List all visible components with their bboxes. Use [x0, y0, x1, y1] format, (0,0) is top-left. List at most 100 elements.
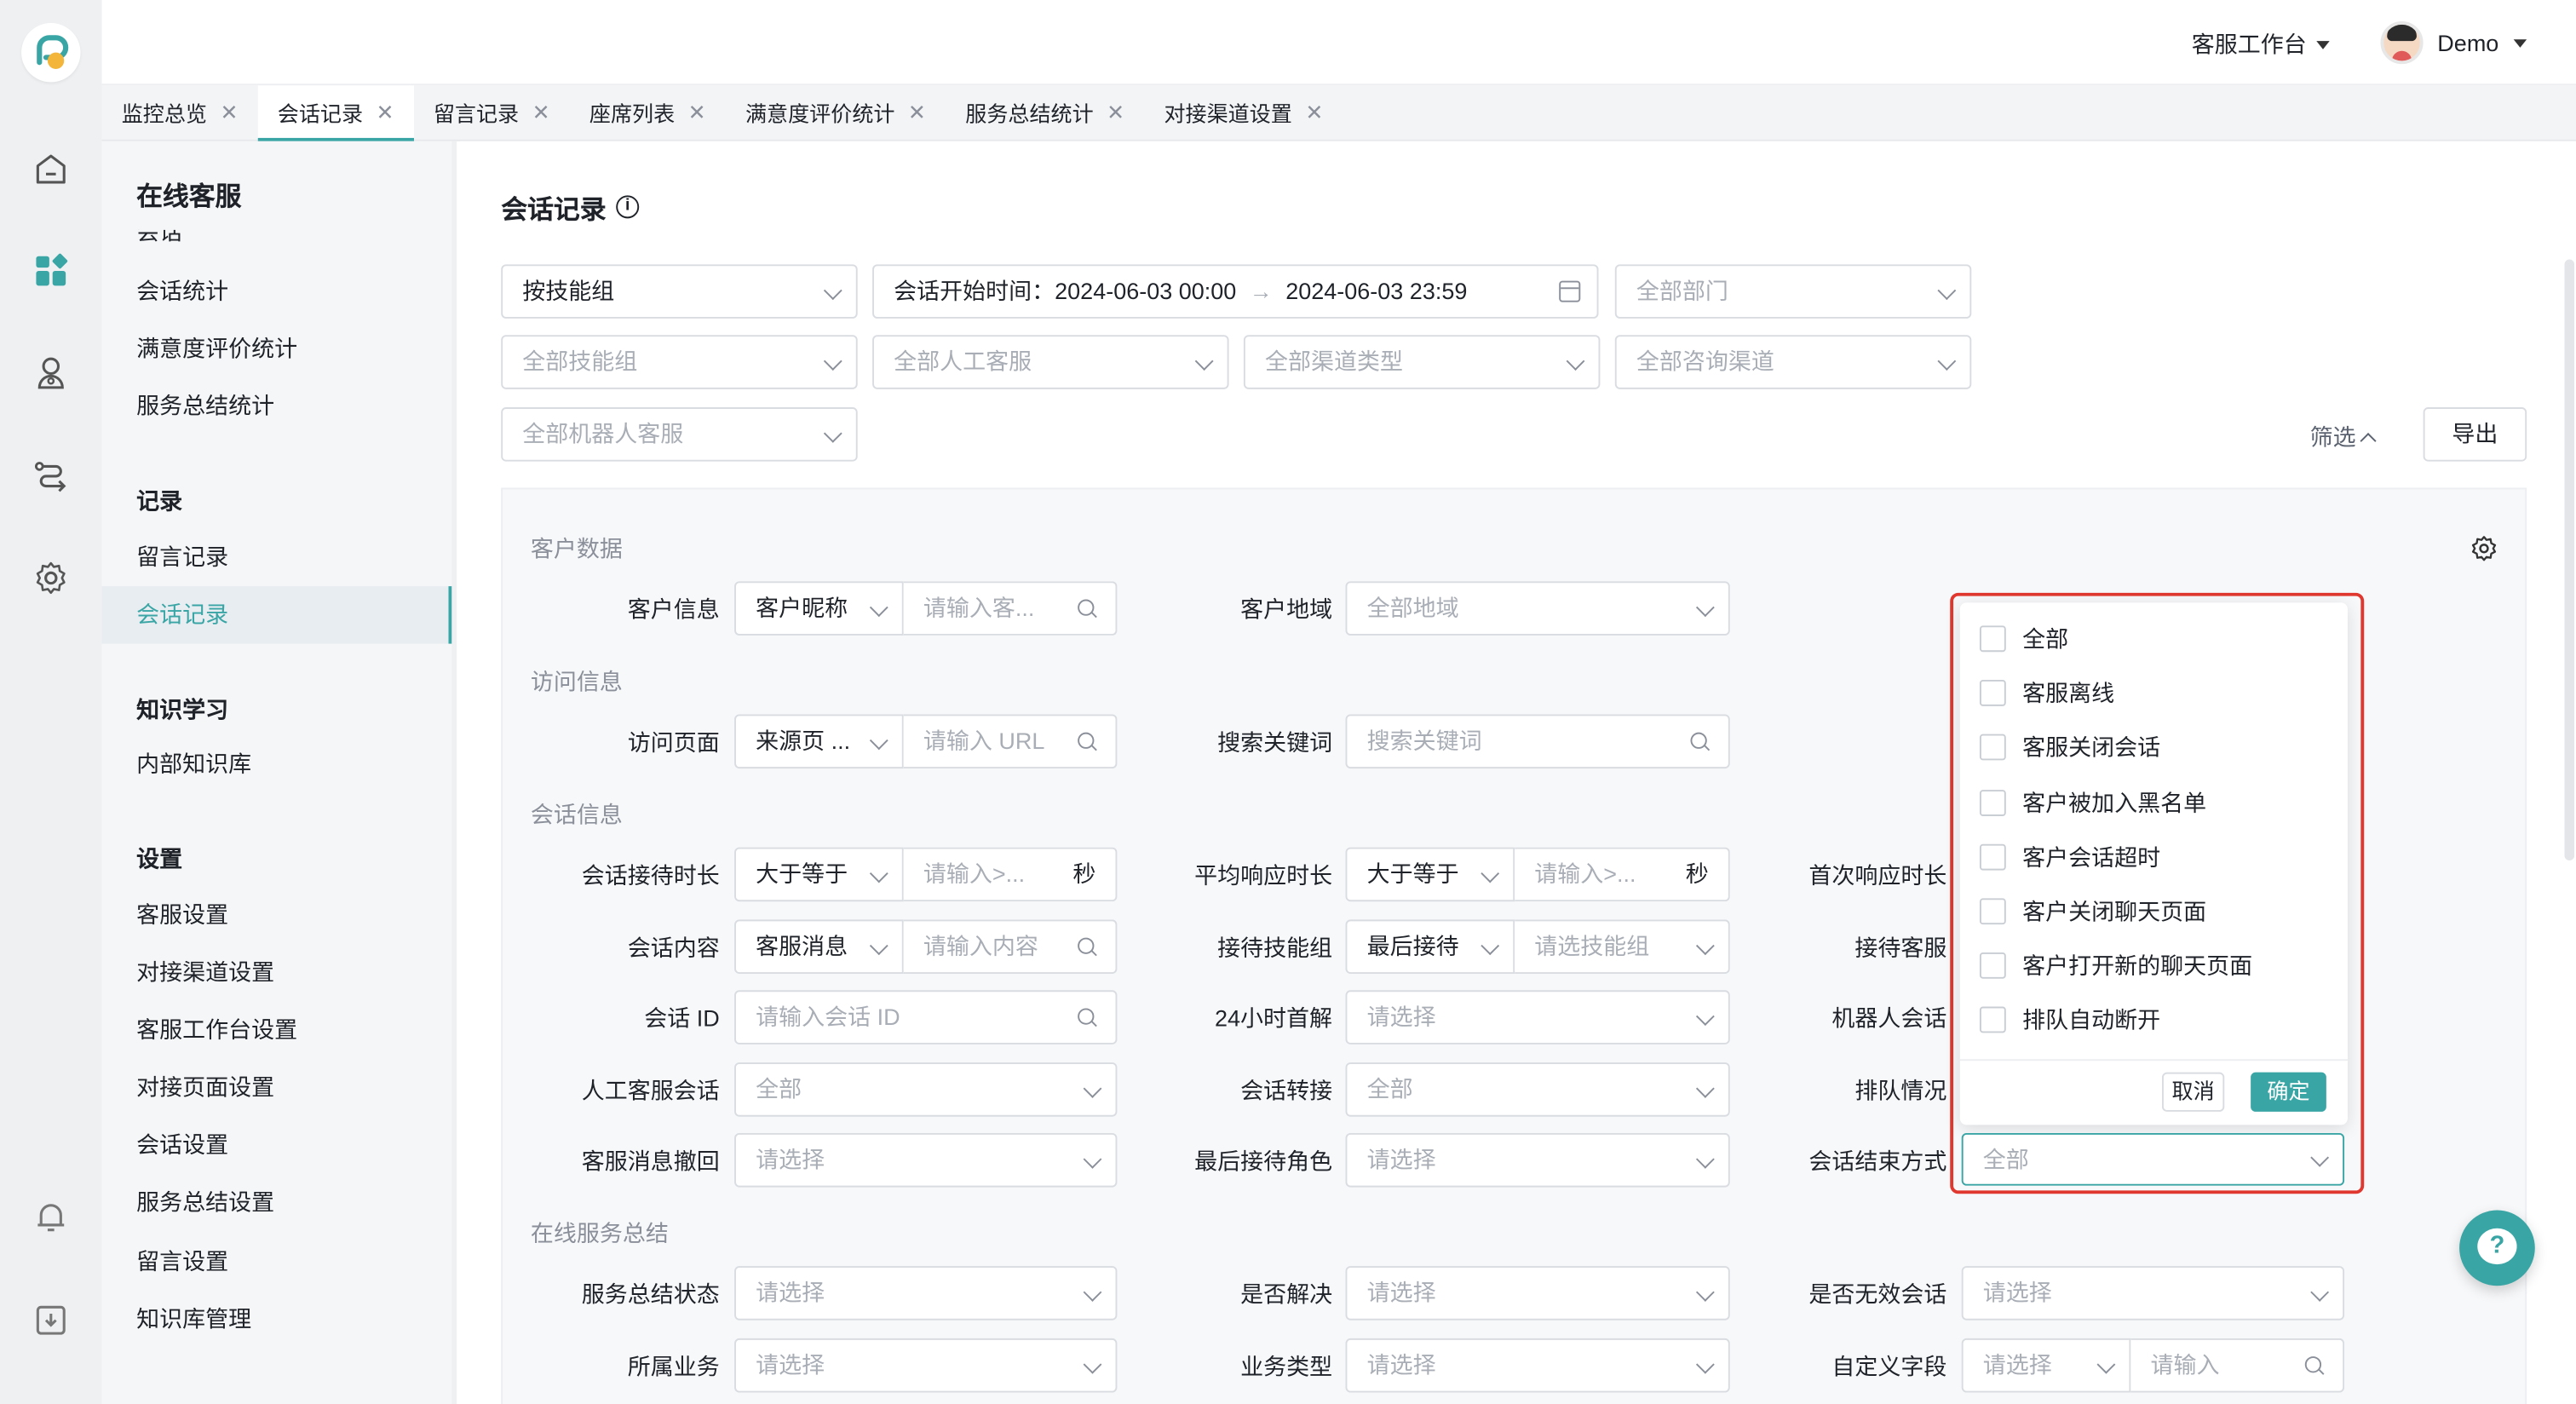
- end-way-select[interactable]: 全部: [1961, 1132, 2345, 1186]
- sidebar-item-messages[interactable]: 留言记录: [102, 529, 452, 586]
- option-all[interactable]: 全部: [1979, 621, 2068, 657]
- option-blacklisted[interactable]: 客户被加入黑名单: [1979, 785, 2206, 820]
- sidebar-item-page-settings[interactable]: 对接页面设置: [102, 1059, 452, 1116]
- custom-field-input[interactable]: 请输入: [2130, 1338, 2345, 1393]
- content-input[interactable]: 请输入内容: [903, 919, 1118, 974]
- last-role-select[interactable]: 请选择: [1345, 1132, 1730, 1188]
- option-new-page[interactable]: 客户打开新的聊天页面: [1979, 947, 2252, 983]
- checkbox[interactable]: [1979, 1006, 2006, 1033]
- route-icon[interactable]: [32, 457, 71, 496]
- business-select[interactable]: 请选择: [734, 1338, 1118, 1393]
- transfer-select[interactable]: 全部: [1345, 1062, 1730, 1117]
- sidebar-item-partial[interactable]: 会话统计: [136, 230, 202, 241]
- first-solve-select[interactable]: 请选择: [1345, 990, 1730, 1044]
- settings-icon[interactable]: [32, 558, 71, 597]
- confirm-button[interactable]: 确定: [2251, 1072, 2326, 1112]
- sidebar-item-session-records[interactable]: 会话记录: [101, 586, 452, 644]
- user-icon[interactable]: [32, 353, 71, 392]
- sidebar-item-channel-settings[interactable]: 对接渠道设置: [102, 944, 452, 1001]
- tab-session-records[interactable]: 会话记录 ✕: [257, 85, 414, 141]
- sidebar-item-session-settings[interactable]: 会话设置: [102, 1117, 452, 1174]
- avg-response-op-select[interactable]: 大于等于: [1345, 847, 1515, 902]
- biz-type-select[interactable]: 请选择: [1345, 1338, 1730, 1393]
- filter-toggle-button[interactable]: 筛选: [2310, 420, 2377, 453]
- app-logo[interactable]: [21, 22, 81, 83]
- customer-info-type-select[interactable]: 客户昵称: [734, 581, 904, 636]
- custom-field-select[interactable]: 请选择: [1961, 1338, 2131, 1393]
- sidebar-item-kb-management[interactable]: 知识库管理: [102, 1291, 452, 1348]
- sidebar-item-satisfaction[interactable]: 满意度评价统计: [102, 320, 452, 377]
- close-icon[interactable]: ✕: [908, 100, 926, 126]
- summary-status-select[interactable]: 请选择: [734, 1266, 1118, 1321]
- close-icon[interactable]: ✕: [688, 100, 706, 126]
- option-agent-closed[interactable]: 客服关闭会话: [1979, 729, 2160, 765]
- option-timeout[interactable]: 客户会话超时: [1979, 839, 2160, 875]
- close-icon[interactable]: ✕: [377, 100, 394, 126]
- info-icon[interactable]: i: [616, 195, 640, 219]
- tab-messages[interactable]: 留言记录 ✕: [414, 85, 570, 140]
- sidebar-item-message-settings[interactable]: 留言设置: [102, 1234, 452, 1291]
- date-start[interactable]: 2024-06-03 00:00: [1055, 278, 1236, 304]
- checkbox[interactable]: [1979, 898, 2006, 925]
- visit-page-type-select[interactable]: 来源页 ...: [734, 714, 904, 769]
- resolved-select[interactable]: 请选择: [1345, 1266, 1730, 1321]
- dashboard-icon[interactable]: [32, 251, 71, 291]
- option-queue-disconnect[interactable]: 排队自动断开: [1979, 1002, 2160, 1038]
- tab-channel-settings[interactable]: 对接渠道设置 ✕: [1144, 85, 1343, 140]
- sidebar-item-summary-settings[interactable]: 服务总结设置: [102, 1174, 452, 1231]
- cancel-button[interactable]: 取消: [2161, 1072, 2225, 1112]
- tab-monitor[interactable]: 监控总览 ✕: [102, 85, 258, 140]
- duration-op-select[interactable]: 大于等于: [734, 847, 904, 902]
- tab-satisfaction[interactable]: 满意度评价统计 ✕: [726, 85, 946, 140]
- checkbox[interactable]: [1979, 625, 2006, 653]
- human-session-select[interactable]: 全部: [734, 1062, 1118, 1117]
- sidebar-item-agent-settings[interactable]: 客服设置: [102, 887, 452, 944]
- group-by-select[interactable]: 按技能组: [501, 264, 858, 319]
- session-id-input[interactable]: 请输入会话 ID: [734, 990, 1118, 1044]
- close-icon[interactable]: ✕: [1107, 100, 1124, 126]
- keyword-input[interactable]: 搜索关键词: [1345, 714, 1730, 769]
- sidebar-item-workbench-settings[interactable]: 客服工作台设置: [102, 1002, 452, 1059]
- home-icon[interactable]: [32, 149, 71, 188]
- agent-select[interactable]: 全部人工客服: [872, 335, 1229, 389]
- checkbox[interactable]: [1979, 679, 2006, 706]
- visit-page-input[interactable]: 请输入 URL: [903, 714, 1118, 769]
- recall-select[interactable]: 请选择: [734, 1132, 1118, 1188]
- tab-summary-stats[interactable]: 服务总结统计 ✕: [946, 85, 1144, 140]
- option-customer-closed[interactable]: 客户关闭聊天页面: [1979, 894, 2206, 929]
- close-icon[interactable]: ✕: [1305, 100, 1323, 126]
- sidebar-item-knowledge-base[interactable]: 内部知识库: [102, 736, 452, 793]
- workspace-switcher[interactable]: 客服工作台: [2192, 28, 2330, 61]
- checkbox[interactable]: [1979, 734, 2006, 761]
- gear-icon[interactable]: [2471, 535, 2498, 561]
- region-select[interactable]: 全部地域: [1345, 581, 1730, 636]
- option-agent-offline[interactable]: 客服离线: [1979, 675, 2114, 711]
- tab-seats[interactable]: 座席列表 ✕: [570, 85, 726, 140]
- channel-type-select[interactable]: 全部渠道类型: [1243, 335, 1601, 389]
- checkbox[interactable]: [1979, 843, 2006, 871]
- department-select[interactable]: 全部部门: [1614, 264, 1972, 319]
- close-icon[interactable]: ✕: [532, 100, 550, 126]
- avg-response-input[interactable]: 请输入>... 秒: [1515, 847, 1730, 902]
- help-button[interactable]: ?: [2459, 1210, 2535, 1286]
- close-icon[interactable]: ✕: [220, 100, 238, 126]
- checkbox[interactable]: [1979, 790, 2006, 816]
- user-menu[interactable]: Demo: [2379, 21, 2527, 65]
- reception-group-select[interactable]: 请选技能组: [1515, 919, 1730, 974]
- robot-select[interactable]: 全部机器人客服: [501, 407, 858, 462]
- scrollbar[interactable]: [2564, 259, 2575, 861]
- sidebar-item-summary-stats[interactable]: 服务总结统计: [102, 377, 452, 434]
- skill-group-select[interactable]: 全部技能组: [501, 335, 858, 389]
- date-end[interactable]: 2024-06-03 23:59: [1285, 278, 1467, 304]
- invalid-session-select[interactable]: 请选择: [1961, 1266, 2345, 1321]
- bell-icon[interactable]: [32, 1197, 71, 1236]
- sidebar-item-session-stats[interactable]: 会话统计: [102, 262, 452, 319]
- date-range-picker[interactable]: 会话开始时间：2024-06-03 00:00 → 2024-06-03 23:59: [872, 264, 1599, 319]
- checkbox[interactable]: [1979, 952, 2006, 979]
- consult-channel-select[interactable]: 全部咨询渠道: [1614, 335, 1972, 389]
- reception-group-type-select[interactable]: 最后接待: [1345, 919, 1515, 974]
- export-button[interactable]: 导出: [2423, 407, 2527, 462]
- customer-info-input[interactable]: 请输入客...: [903, 581, 1118, 636]
- content-type-select[interactable]: 客服消息: [734, 919, 904, 974]
- duration-input[interactable]: 请输入>... 秒: [903, 847, 1118, 902]
